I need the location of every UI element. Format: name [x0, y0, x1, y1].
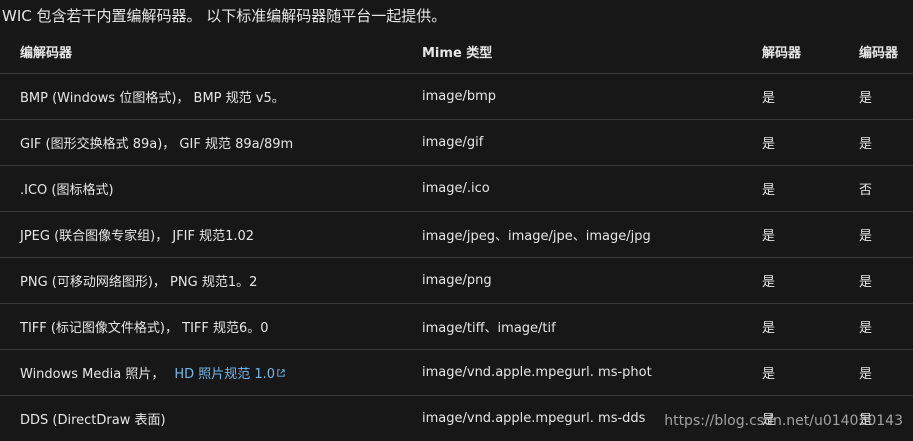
- decoder-cell: 是: [742, 212, 839, 258]
- codec-cell: BMP (Windows 位图格式)， BMP 规范 v5。: [0, 74, 402, 120]
- decoder-cell: 是: [742, 350, 839, 396]
- codec-cell: GIF (图形交换格式 89a)， GIF 规范 89a/89m: [0, 120, 402, 166]
- link-label: HD 照片规范 1.0: [174, 367, 275, 382]
- table-row: BMP (Windows 位图格式)， BMP 规范 v5。 image/bmp…: [0, 74, 913, 120]
- codec-cell: .ICO (图标格式): [0, 166, 402, 212]
- mime-cell: image/jpeg、image/jpe、image/jpg: [402, 212, 742, 258]
- table-header-row: 编解码器 Mime 类型 解码器 编码器: [0, 29, 913, 74]
- intro-text: WIC 包含若干内置编解码器。 以下标准编解码器随平台一起提供。: [2, 5, 446, 26]
- decoder-cell: 是: [742, 304, 839, 350]
- mime-cell: image/vnd.apple.mpegurl. ms-phot: [402, 350, 742, 396]
- codec-text: Windows Media 照片，: [20, 367, 164, 382]
- decoder-cell: 是: [742, 166, 839, 212]
- encoder-cell: 是: [839, 74, 913, 120]
- table-row: JPEG (联合图像专家组)， JFIF 规范1.02 image/jpeg、i…: [0, 212, 913, 258]
- decoder-cell: 是: [742, 120, 839, 166]
- encoder-cell: 是: [839, 304, 913, 350]
- header-mime-type: Mime 类型: [402, 29, 742, 74]
- encoder-cell: 是: [839, 350, 913, 396]
- codec-table: 编解码器 Mime 类型 解码器 编码器 BMP (Windows 位图格式)，…: [0, 29, 913, 441]
- mime-cell: image/bmp: [402, 74, 742, 120]
- encoder-cell: 否: [839, 166, 913, 212]
- table-row: .ICO (图标格式) image/.ico 是 否: [0, 166, 913, 212]
- decoder-cell: 是: [742, 74, 839, 120]
- table-row: PNG (可移动网络图形)， PNG 规范1。2 image/png 是 是: [0, 258, 913, 304]
- mime-cell: image/.ico: [402, 166, 742, 212]
- codec-cell: JPEG (联合图像专家组)， JFIF 规范1.02: [0, 212, 402, 258]
- table-row: TIFF (标记图像文件格式)， TIFF 规范6。0 image/tiff、i…: [0, 304, 913, 350]
- codec-cell: PNG (可移动网络图形)， PNG 规范1。2: [0, 258, 402, 304]
- mime-cell: image/tiff、image/tif: [402, 304, 742, 350]
- watermark: https://blog.csdn.net/u014030143: [664, 413, 903, 429]
- codec-cell: DDS (DirectDraw 表面): [0, 396, 402, 441]
- table-row: Windows Media 照片， HD 照片规范 1.0 image/vnd.a…: [0, 350, 913, 396]
- decoder-cell: 是: [742, 258, 839, 304]
- header-codec: 编解码器: [0, 29, 402, 74]
- table-row: GIF (图形交换格式 89a)， GIF 规范 89a/89m image/g…: [0, 120, 913, 166]
- header-decoder: 解码器: [742, 29, 839, 74]
- header-encoder: 编码器: [839, 29, 913, 74]
- external-link-icon: [277, 369, 285, 377]
- mime-cell: image/png: [402, 258, 742, 304]
- codec-cell: Windows Media 照片， HD 照片规范 1.0: [0, 350, 402, 396]
- encoder-cell: 是: [839, 258, 913, 304]
- codec-cell: TIFF (标记图像文件格式)， TIFF 规范6。0: [0, 304, 402, 350]
- encoder-cell: 是: [839, 212, 913, 258]
- hd-photo-spec-link[interactable]: HD 照片规范 1.0: [174, 367, 285, 382]
- mime-cell: image/gif: [402, 120, 742, 166]
- encoder-cell: 是: [839, 120, 913, 166]
